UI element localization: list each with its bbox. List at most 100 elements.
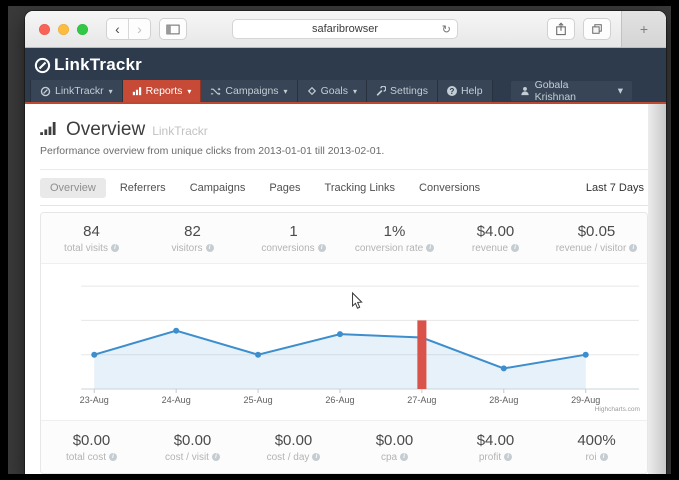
user-menu-label: Gobala Krishnan [535, 79, 613, 103]
caret-down-icon: ▾ [284, 87, 288, 96]
info-icon[interactable]: i [504, 453, 512, 461]
nav-item-label: Campaigns [225, 85, 278, 97]
sidebar-icon [166, 24, 180, 35]
window-controls [39, 24, 88, 35]
caret-down-icon: ▾ [109, 87, 113, 96]
stat-cpa: $0.00 cpa i [344, 421, 445, 473]
conversion-bar[interactable] [417, 320, 426, 389]
page-subtitle: Performance overview from unique clicks … [40, 145, 652, 157]
stat-label: revenue / visitor i [556, 243, 638, 254]
nav-item-reports[interactable]: Reports▾ [123, 80, 202, 102]
page-title-suffix: LinkTrackr [152, 124, 208, 138]
shuffle-icon [210, 86, 221, 97]
tab-overview[interactable]: Overview [40, 178, 106, 198]
help-icon: ? [447, 86, 457, 96]
stat-label: cpa i [381, 452, 408, 463]
sidebar-toggle-button[interactable] [159, 18, 187, 40]
stat-label: cost / day i [267, 452, 321, 463]
nav-item-settings[interactable]: Settings [367, 80, 438, 102]
address-bar[interactable]: safaribrowser ↻ [232, 19, 458, 39]
data-point-25-Aug[interactable] [255, 352, 261, 358]
report-tabs: OverviewReferrersCampaignsPagesTracking … [40, 178, 652, 206]
nav-spacer [493, 80, 511, 102]
nav-item-goals[interactable]: Goals ▾ [298, 80, 367, 102]
stat-cost-day: $0.00 cost / day i [243, 421, 344, 473]
caret-down-icon: ▾ [187, 87, 191, 96]
data-point-26-Aug[interactable] [337, 331, 343, 337]
tab-overview-button[interactable] [583, 18, 611, 40]
info-icon[interactable]: i [206, 244, 214, 252]
stat-cost-visit: $0.00cost / visit i [142, 421, 243, 473]
data-point-24-Aug[interactable] [173, 328, 179, 334]
info-icon[interactable]: i [318, 244, 326, 252]
tab-pages[interactable]: Pages [259, 178, 310, 198]
x-tick-label: 26-Aug [325, 395, 354, 405]
info-icon[interactable]: i [312, 453, 320, 461]
stats-row-bottom: $0.00total cost i$0.00cost / visit i$0.0… [41, 420, 647, 473]
stat-value: $0.00 [376, 432, 414, 449]
stat-label: conversion rate i [355, 243, 434, 254]
highcharts-credit: Highcharts.com [595, 406, 640, 413]
titlebar-right-buttons: + [547, 11, 666, 47]
data-point-29-Aug[interactable] [583, 352, 589, 358]
nav-item-label: Goals [321, 85, 348, 97]
forward-button[interactable]: › [128, 19, 150, 39]
data-point-23-Aug[interactable] [91, 352, 97, 358]
address-bar-text: safaribrowser [312, 23, 378, 35]
tab-campaigns[interactable]: Campaigns [180, 178, 256, 198]
stat-label: total cost i [66, 452, 117, 463]
info-icon[interactable]: i [629, 244, 637, 252]
minimize-window-button[interactable] [58, 24, 69, 35]
caret-down-icon: ▾ [353, 87, 357, 96]
zoom-window-button[interactable] [77, 24, 88, 35]
tab-conversions[interactable]: Conversions [409, 178, 490, 198]
share-button[interactable] [547, 18, 575, 40]
page-title: Overview [66, 119, 145, 141]
date-range-dropdown[interactable]: Last 7 Days ▾ [586, 182, 652, 194]
main-nav: LinkTrackr▾Reports▾ Campaigns ▾ Goals ▾ Setti… [25, 80, 666, 102]
stat-total-cost: $0.00 total cost i [41, 421, 142, 473]
x-tick-label: 25-Aug [243, 395, 272, 405]
info-icon[interactable]: i [511, 244, 519, 252]
stat-value: $4.00 [477, 432, 515, 449]
info-icon[interactable]: i [109, 453, 117, 461]
info-icon[interactable]: i [111, 244, 119, 252]
info-icon[interactable]: i [600, 453, 608, 461]
nav-item-help[interactable]: ?Help [438, 80, 493, 102]
x-tick-label: 29-Aug [571, 395, 600, 405]
visits-chart[interactable]: 23-Aug24-Aug25-Aug26-Aug27-Aug28-Aug29-A… [41, 264, 647, 420]
logo-text: LinkTrackr [54, 55, 142, 75]
stat-value: $4.00 [477, 223, 515, 240]
info-icon[interactable]: i [426, 244, 434, 252]
logo[interactable]: LinkTrackr [25, 48, 666, 80]
stat-value: $0.00 [73, 432, 111, 449]
info-icon[interactable]: i [400, 453, 408, 461]
share-icon [555, 22, 567, 36]
stat-profit: $4.00profit i [445, 421, 546, 473]
data-point-28-Aug[interactable] [501, 365, 507, 371]
wrench-icon [376, 86, 386, 96]
stat-revenue-visitor: $0.05revenue / visitor i [546, 213, 647, 263]
stat-label: conversions i [261, 243, 325, 254]
nav-item-campaigns[interactable]: Campaigns ▾ [201, 80, 297, 102]
info-icon[interactable]: i [212, 453, 220, 461]
tab-tracking-links[interactable]: Tracking Links [315, 178, 406, 198]
linktrackr-icon [40, 86, 51, 97]
stat-label: roi i [585, 452, 607, 463]
new-tab-button[interactable]: + [621, 11, 666, 47]
nav-item-label: Settings [390, 85, 428, 97]
stat-value: 82 [184, 223, 201, 240]
reload-icon[interactable]: ↻ [442, 23, 451, 36]
stat-value: 1 [289, 223, 297, 240]
mouse-cursor-icon [353, 293, 362, 308]
linktrackr-logo-icon [34, 57, 51, 74]
stats-row-top: 84total visits i82visitors i1conversions… [41, 213, 647, 264]
tab-referrers[interactable]: Referrers [110, 178, 176, 198]
nav-item-linktrackr[interactable]: LinkTrackr▾ [30, 80, 123, 102]
close-window-button[interactable] [39, 24, 50, 35]
user-menu[interactable]: Gobala Krishnan▾ [511, 81, 632, 101]
stat-conversions: 1 conversions i [243, 213, 344, 263]
browser-titlebar: ‹ › safaribrowser ↻ + [25, 11, 666, 48]
back-button[interactable]: ‹ [107, 19, 128, 39]
stat-value: $0.00 [275, 432, 313, 449]
